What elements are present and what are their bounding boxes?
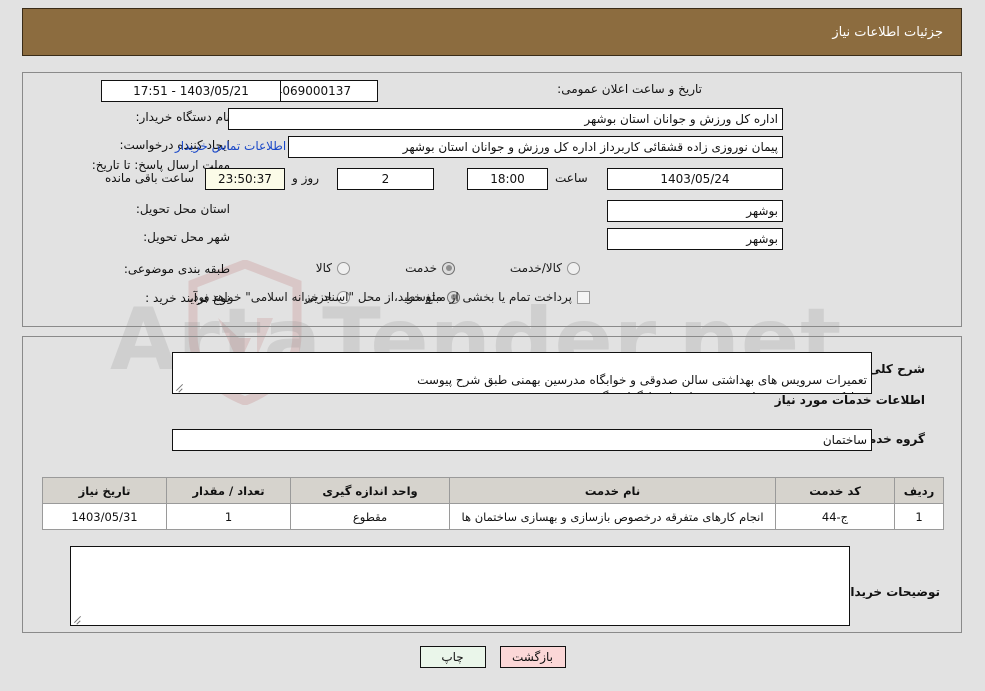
col-row-no: ردیف	[894, 477, 944, 504]
buyer-notes-textarea[interactable]	[70, 546, 850, 626]
radio-kala-icon[interactable]	[337, 261, 350, 275]
buyer-notes-label: توضیحات خریدار;	[838, 585, 940, 599]
buyer-contact-link[interactable]: اطلاعات تماس خریدار	[175, 139, 286, 153]
cell-need-date: 1403/05/31	[42, 503, 167, 530]
description-textarea[interactable]: تعمیرات سرویس های بهداشتی سالن صدوقی و خ…	[172, 352, 872, 394]
buyer-org-label: نام دستگاه خریدار:	[135, 110, 231, 124]
print-button[interactable]: چاپ	[419, 646, 486, 668]
category-label: طبقه بندی موضوعی:	[123, 262, 230, 276]
cell-row-no: 1	[894, 503, 944, 530]
remaining-days-field[interactable]: 2	[337, 168, 434, 190]
remaining-hours-label: ساعت باقی مانده	[105, 171, 195, 185]
days-label: روز و	[292, 171, 319, 185]
action-button-bar: بازگشت چاپ	[0, 646, 985, 668]
checkbox-treasury-icon[interactable]	[577, 290, 590, 304]
province-row: استان محل تحویل:	[136, 202, 230, 216]
treasury-document-text: پرداخت تمام یا بخشی از مبلغ خرید،از محل …	[189, 290, 572, 304]
col-service-name: نام خدمت	[449, 477, 776, 504]
province-field[interactable]: بوشهر	[607, 200, 783, 222]
cell-service-code: ج-44	[775, 503, 895, 530]
requester-field[interactable]: پیمان نوروزی زاده قشقائی کاربرداز اداره …	[288, 136, 783, 158]
resize-grip-icon-2[interactable]	[73, 614, 83, 624]
buyer-org-row: نام دستگاه خریدار:	[136, 110, 231, 124]
col-quantity: تعداد / مقدار	[166, 477, 291, 504]
col-unit: واحد اندازه گیری	[290, 477, 450, 504]
city-field[interactable]: بوشهر	[607, 228, 783, 250]
services-heading: اطلاعات خدمات مورد نیاز	[774, 393, 925, 407]
deadline-time-field[interactable]: 18:00	[467, 168, 548, 190]
city-label: شهر محل تحویل:	[143, 230, 230, 244]
announce-datetime-field[interactable]: 1403/05/21 - 17:51	[101, 80, 281, 102]
back-button[interactable]: بازگشت	[499, 646, 566, 668]
cell-service-name: انجام کارهای متفرقه درخصوص بازسازی و بهس…	[449, 503, 776, 530]
table-header-row: ردیف کد خدمت نام خدمت واحد اندازه گیری ت…	[42, 477, 944, 504]
category-option-kala[interactable]: کالا	[316, 261, 350, 275]
category-option-khedmat[interactable]: خدمت	[405, 261, 455, 275]
province-label: استان محل تحویل:	[135, 202, 230, 216]
page-title: جزئیات اطلاعات نیاز	[832, 24, 943, 40]
radio-khedmat-icon[interactable]	[442, 261, 455, 275]
category-row: طبقه بندی موضوعی:	[124, 262, 230, 276]
col-service-code: کد خدمت	[775, 477, 895, 504]
deadline-date-field[interactable]: 1403/05/24	[607, 168, 783, 190]
buyer-org-field[interactable]: اداره کل ورزش و جوانان استان بوشهر	[228, 108, 783, 130]
col-need-date: تاریخ نیاز	[42, 477, 167, 504]
table-row[interactable]: 1 ج-44 انجام کارهای متفرقه درخصوص بازساز…	[42, 503, 944, 530]
category-option-kala-label: کالا	[315, 261, 332, 275]
services-table-wrapper: ردیف کد خدمت نام خدمت واحد اندازه گیری ت…	[42, 477, 944, 530]
countdown-field: 23:50:37	[205, 168, 285, 190]
resize-grip-icon[interactable]	[175, 382, 185, 392]
treasury-document-option[interactable]: پرداخت تمام یا بخشی از مبلغ خرید،از محل …	[189, 290, 590, 304]
description-text: تعمیرات سرویس های بهداشتی سالن صدوقی و خ…	[417, 373, 867, 393]
cell-quantity: 1	[166, 503, 291, 530]
services-table: ردیف کد خدمت نام خدمت واحد اندازه گیری ت…	[42, 477, 944, 530]
announce-datetime-row: تاریخ و ساعت اعلان عمومی:	[557, 82, 702, 96]
category-option-kala-khedmat-label: کالا/خدمت	[509, 261, 562, 275]
category-option-kala-khedmat[interactable]: کالا/خدمت	[510, 261, 580, 275]
cell-unit: مقطوع	[290, 503, 450, 530]
page-header-banner: جزئیات اطلاعات نیاز	[22, 8, 962, 56]
city-row: شهر محل تحویل:	[143, 230, 230, 244]
category-option-khedmat-label: خدمت	[405, 261, 437, 275]
service-group-field[interactable]: ساختمان	[172, 429, 872, 451]
radio-kala-khedmat-icon[interactable]	[567, 261, 580, 275]
announce-datetime-label: تاریخ و ساعت اعلان عمومی:	[557, 82, 702, 96]
deadline-hour-label: ساعت	[555, 171, 588, 185]
